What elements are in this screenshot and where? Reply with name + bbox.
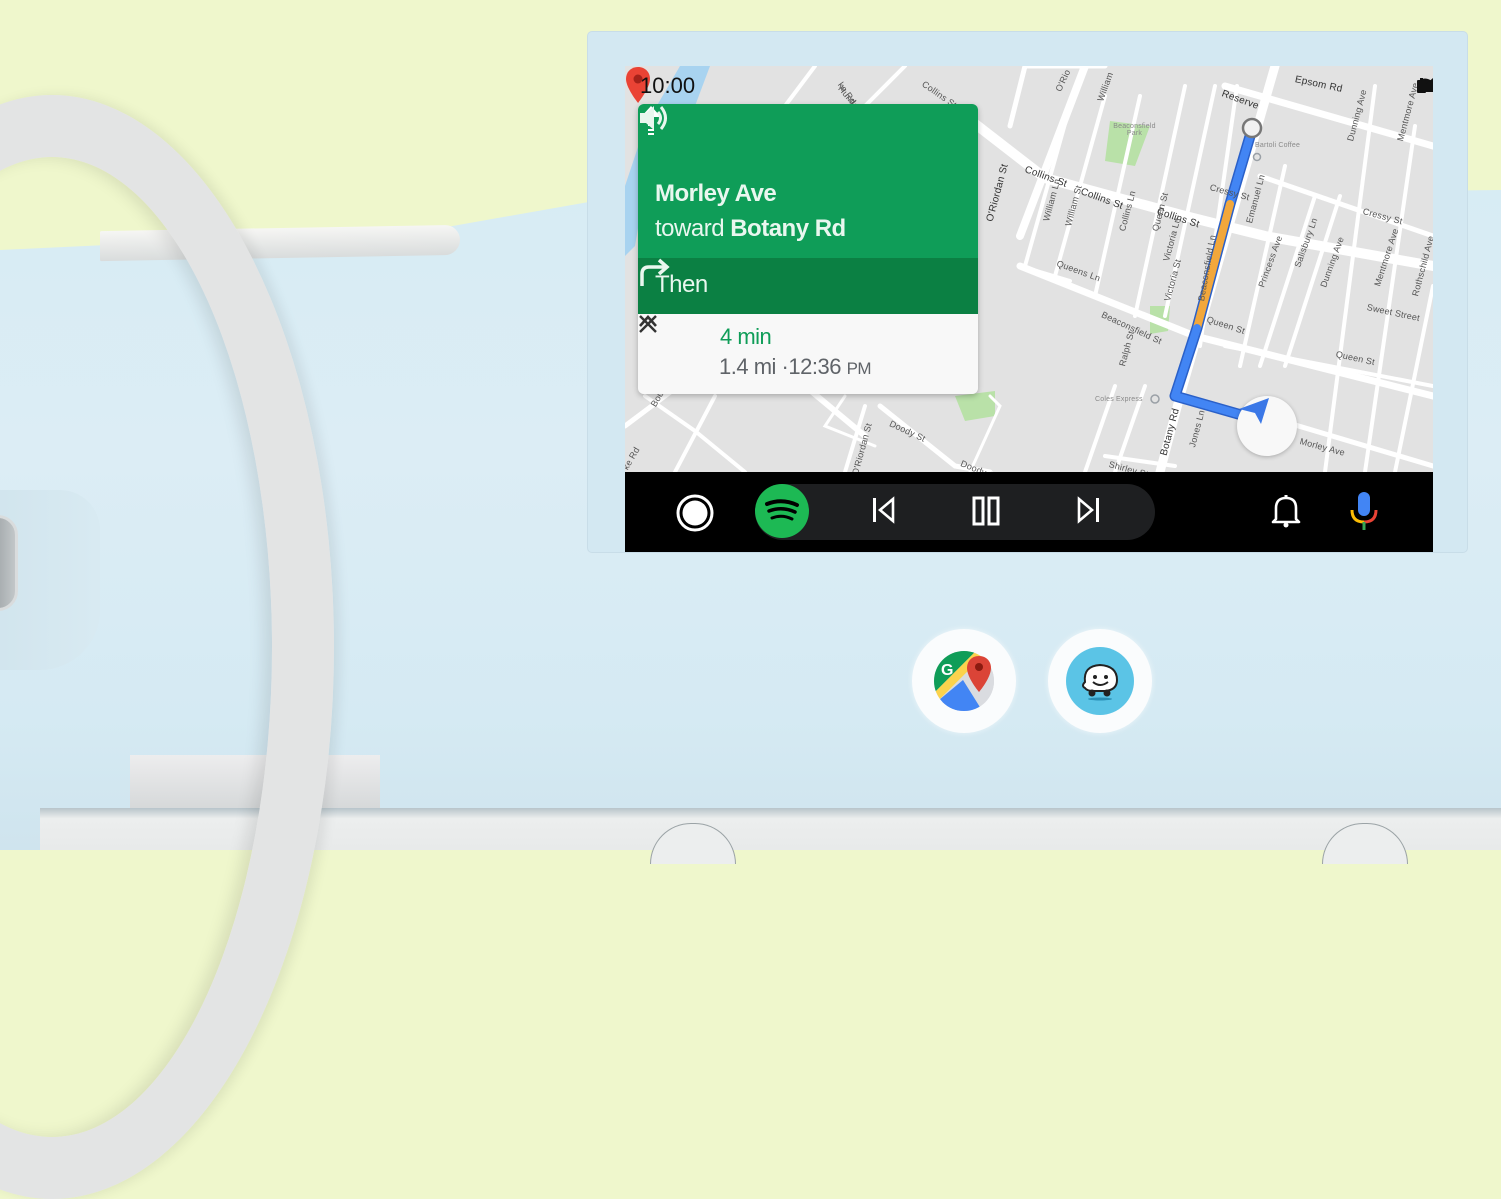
google-maps-icon: G	[934, 651, 994, 711]
arrival-time: 12:36	[788, 354, 841, 379]
map-view[interactable]: Epsom Rd Reserve Collins St Collins St Colli…	[625, 66, 1433, 472]
arrival-ampm: PM	[846, 359, 872, 378]
maneuver-street: Morley Ave	[655, 180, 777, 207]
waze-icon	[1066, 647, 1134, 715]
microphone-icon[interactable]	[1349, 490, 1379, 532]
recenter-button[interactable]	[1237, 396, 1297, 456]
next-maneuver-panel: Then	[638, 258, 978, 314]
poi-label[interactable]: Beaconsfield Park	[1112, 123, 1157, 137]
google-maps-app-button[interactable]: G	[912, 629, 1016, 733]
turn-right-icon	[640, 258, 670, 286]
toward-prefix: toward	[655, 215, 725, 242]
trip-meta: 1.4 mi ·12:36 PM	[719, 354, 872, 380]
poi-label[interactable]: Coles Express	[1095, 396, 1143, 403]
battery-icon	[1417, 78, 1426, 93]
chevron-up-icon[interactable]	[638, 314, 658, 328]
toward-street: Botany Rd	[730, 215, 846, 242]
bottom-dock	[625, 472, 1433, 552]
destination-marker	[1241, 117, 1263, 139]
maneuver-panel: Morley Ave toward Botany Rd	[638, 104, 978, 258]
trip-distance: 1.4 mi	[719, 354, 776, 379]
volume-icon[interactable]	[638, 104, 670, 132]
bell-icon[interactable]	[1271, 494, 1301, 528]
svg-text:G: G	[941, 662, 953, 679]
android-auto-screen: Epsom Rd Reserve Collins St Collins St Colli…	[625, 66, 1433, 552]
pause-icon[interactable]	[972, 496, 1000, 526]
home-circle-icon[interactable]	[675, 493, 715, 533]
skip-next-icon[interactable]	[1075, 496, 1101, 524]
route-line	[1169, 120, 1259, 422]
status-clock: 10:00	[640, 73, 696, 98]
navigation-arrow-icon	[1239, 398, 1269, 424]
spotify-icon	[765, 499, 799, 521]
turn-by-turn-card[interactable]: Morley Ave toward Botany Rd Then 4 min 1…	[638, 104, 978, 394]
car-dashboard-scene: Epsom Rd Reserve Collins St Collins St Colli…	[0, 0, 1501, 1199]
eta-duration: 4 min	[720, 324, 772, 349]
poi-label[interactable]: Bartoli Coffee	[1255, 142, 1300, 149]
maneuver-toward: toward Botany Rd	[655, 215, 846, 243]
skip-previous-icon[interactable]	[871, 496, 897, 524]
trip-summary-panel: 4 min 1.4 mi ·12:36 PM	[638, 314, 978, 394]
waze-app-button[interactable]	[1048, 629, 1152, 733]
spotify-app-button[interactable]	[755, 484, 809, 538]
